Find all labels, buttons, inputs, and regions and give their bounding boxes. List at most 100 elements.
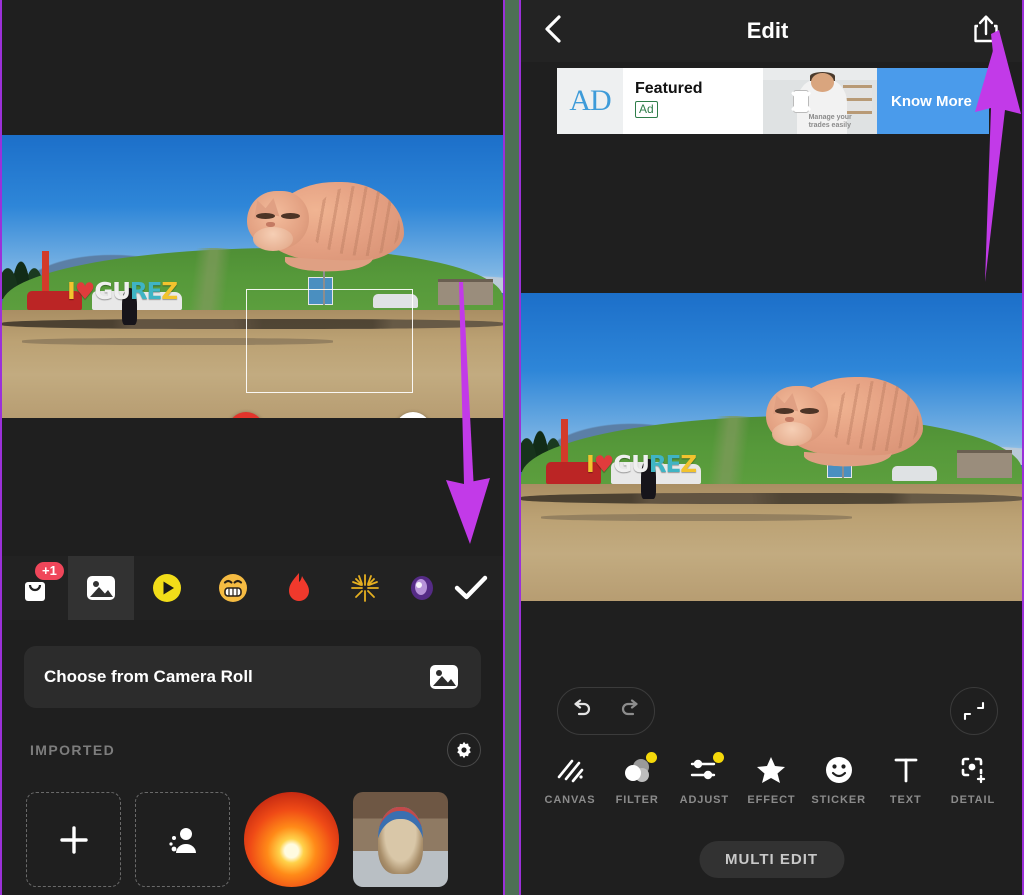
basket-sticker-thumb[interactable]: [353, 792, 448, 887]
ad-logo: AD: [557, 68, 623, 134]
tool-sticker[interactable]: STICKER: [808, 755, 870, 806]
tool-label: ADJUST: [679, 794, 730, 806]
tool-label: STICKER: [811, 794, 866, 806]
ad-banner[interactable]: AD Featured Ad Manage your trades easily…: [557, 68, 989, 134]
sign-letter: R: [648, 451, 667, 478]
sign-letter: I: [67, 278, 76, 305]
gurez-sign: I♥GUREZ: [67, 278, 178, 305]
badge-count: +1: [35, 562, 64, 580]
category-flame[interactable]: [266, 556, 332, 620]
galaxy-icon: [411, 576, 433, 600]
sign-letter: E: [665, 451, 682, 478]
sticker-selection-frame: [246, 289, 413, 393]
cutout-person-button[interactable]: [135, 792, 230, 887]
tool-label: EFFECT: [747, 794, 796, 806]
gear-icon: [457, 741, 471, 759]
cat-sticker[interactable]: [763, 355, 933, 475]
image-icon: [87, 576, 115, 600]
cat-eye-right: [800, 407, 820, 414]
ad-media: Manage your trades easily: [763, 68, 877, 134]
collapse-fit-icon: [963, 701, 985, 721]
back-button[interactable]: [543, 14, 563, 49]
left-photo-canvas[interactable]: I♥GUREZ: [2, 135, 503, 418]
check-icon: [454, 575, 488, 600]
tool-detail[interactable]: DETAIL: [942, 755, 1004, 806]
detail-focus-icon: [961, 757, 986, 784]
sign-letter: G: [613, 451, 632, 478]
person-cutout-icon: [168, 827, 196, 853]
edit-tools-row: CANVAS FILTER ADJUST EFFECT STICKER TEXT…: [521, 752, 1022, 806]
cat-eye-right: [281, 212, 301, 219]
photo-library-icon: [430, 665, 458, 689]
multi-edit-button[interactable]: MULTI EDIT: [698, 841, 845, 878]
cat-eye-left: [255, 212, 275, 219]
category-sparkle[interactable]: [332, 556, 398, 620]
choose-from-camera-roll-button[interactable]: Choose from Camera Roll: [24, 646, 481, 708]
imported-thumbnails: [26, 792, 448, 887]
canvas-stripes-icon: [557, 759, 584, 783]
sign-letter: Z: [680, 451, 697, 478]
dirt-ground: [521, 483, 1022, 601]
redo-arrow-icon: [621, 698, 638, 715]
tool-badge-dot: [646, 752, 658, 763]
firework-icon: [351, 574, 379, 602]
camera-roll-label: Choose from Camera Roll: [44, 667, 253, 686]
cat-eye-left: [774, 407, 794, 414]
category-emoji[interactable]: [200, 556, 266, 620]
sign-letter: G: [94, 278, 113, 305]
tool-effect[interactable]: EFFECT: [740, 755, 802, 806]
ad-badge: Ad: [635, 101, 658, 118]
category-animated[interactable]: [134, 556, 200, 620]
share-button[interactable]: [972, 14, 1000, 49]
add-sticker-button[interactable]: [26, 792, 121, 887]
screenshot-root: I♥GUREZ +1 Choose from Camera Roll IMPOR…: [0, 0, 1024, 895]
cat-nose: [266, 222, 275, 227]
edit-topbar: Edit: [521, 0, 1022, 62]
category-my-stickers[interactable]: [68, 556, 134, 620]
ad-media-caption: Manage your trades easily: [808, 114, 852, 130]
cat-sticker[interactable]: [244, 160, 414, 280]
tool-label: FILTER: [615, 794, 659, 806]
sticker-category-bar[interactable]: +1: [2, 556, 503, 620]
annotation-arrow-up: [975, 30, 1021, 282]
ad-cta-button[interactable]: Know More: [877, 68, 989, 134]
ball-sticker-thumb[interactable]: [244, 792, 339, 887]
fit-to-screen-button[interactable]: [950, 687, 998, 735]
cat-tail: [283, 243, 375, 276]
tool-adjust[interactable]: ADJUST: [673, 752, 735, 806]
imported-settings-button[interactable]: [447, 733, 481, 767]
cat-tail: [802, 438, 894, 471]
star-icon: [757, 757, 786, 783]
ad-shelf: [842, 83, 873, 115]
undo-button[interactable]: [571, 698, 593, 724]
right-phone-screen: Edit AD Featured Ad Manage your trades e…: [519, 0, 1024, 895]
left-phone-screen: I♥GUREZ +1 Choose from Camera Roll IMPOR…: [0, 0, 505, 895]
plus-icon: [59, 825, 88, 854]
right-photo-canvas[interactable]: I♥GUREZ: [521, 293, 1022, 601]
tool-filter[interactable]: FILTER: [606, 752, 668, 806]
play-circle-icon: [153, 574, 181, 602]
ad-headline: Featured: [635, 80, 703, 97]
undo-arrow-icon: [574, 698, 591, 715]
share-icon: [974, 14, 998, 42]
category-shop-bag[interactable]: +1: [2, 556, 68, 620]
redo-button[interactable]: [619, 698, 641, 724]
smiley-icon: [825, 757, 852, 783]
sign-heart: ♥: [74, 278, 96, 305]
hut: [437, 279, 493, 305]
sign-heart: ♥: [593, 451, 615, 478]
tool-badge-dot: [713, 752, 725, 763]
tool-text[interactable]: TEXT: [875, 755, 937, 806]
imported-section-header: IMPORTED: [30, 733, 481, 767]
chevron-left-icon: [545, 14, 561, 43]
close-x-icon[interactable]: [784, 88, 818, 114]
gurez-sign: I♥GUREZ: [586, 451, 697, 478]
tool-label: DETAIL: [950, 794, 996, 806]
confirm-button[interactable]: [439, 556, 503, 620]
sign-letter: E: [146, 278, 163, 305]
imported-title: IMPORTED: [30, 742, 116, 758]
tool-canvas[interactable]: CANVAS: [539, 755, 601, 806]
text-t-icon: [894, 758, 918, 783]
page-title: Edit: [746, 18, 789, 43]
hut: [956, 450, 1012, 478]
